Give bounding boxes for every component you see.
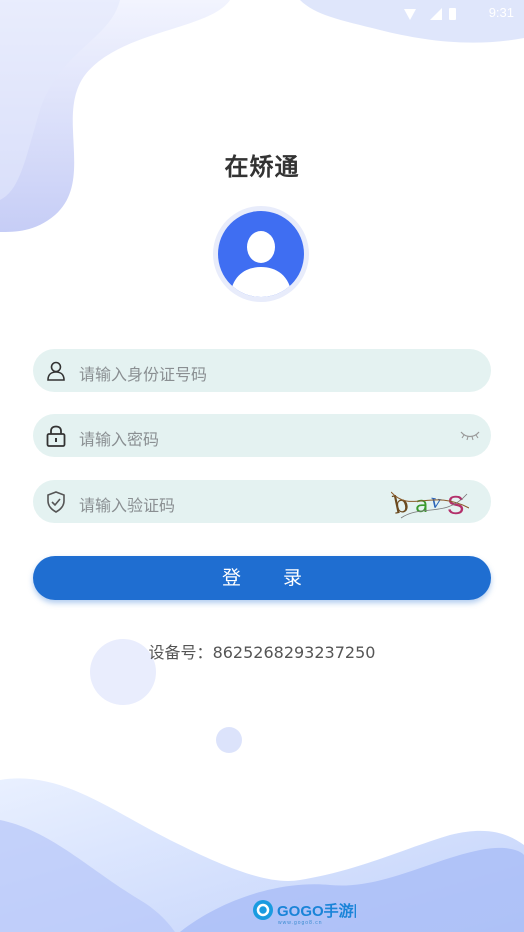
device-number: 设备号：8625268293237250 <box>0 639 524 663</box>
captcha-field[interactable]: 请输入验证码 b a v S <box>33 480 491 523</box>
captcha-char: b <box>391 489 411 520</box>
device-number-value: 8625268293237250 <box>212 643 376 662</box>
eye-closed-icon[interactable] <box>459 428 481 442</box>
gogo-watermark-logo: GOGO手游网 www.gogo8.cn <box>253 900 356 925</box>
status-time: 9:31 <box>488 5 514 20</box>
shield-icon <box>47 491 65 513</box>
watermark-text: GOGO手游网 <box>277 902 356 920</box>
signal-battery-icons <box>404 8 456 20</box>
device-label: 设备号： <box>148 643 213 662</box>
lock-icon <box>46 425 66 447</box>
password-field[interactable]: 请输入密码 <box>33 414 491 457</box>
login-button[interactable]: 登 录 <box>33 556 491 600</box>
captcha-image[interactable]: b a v S <box>391 484 469 520</box>
captcha-placeholder: 请输入验证码 <box>79 496 176 515</box>
id-number-field[interactable]: 请输入身份证号码 <box>33 349 491 392</box>
user-icon <box>47 361 65 381</box>
id-number-placeholder: 请输入身份证号码 <box>79 365 208 384</box>
app-title: 在矫通 <box>224 153 300 181</box>
captcha-char: a <box>415 493 428 518</box>
background-decoration <box>0 0 524 932</box>
watermark-url: www.gogo8.cn <box>278 920 323 925</box>
avatar <box>213 206 309 302</box>
status-bar: 9:31 <box>0 0 524 28</box>
password-placeholder: 请输入密码 <box>79 430 160 449</box>
